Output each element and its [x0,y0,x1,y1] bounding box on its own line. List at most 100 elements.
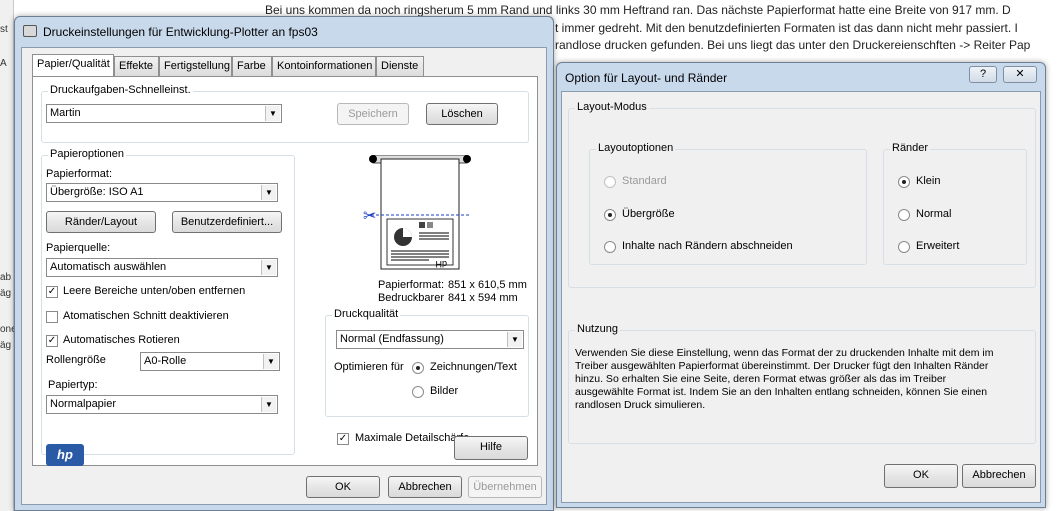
close-icon[interactable]: ✕ [1003,66,1037,83]
preview-printable-label: Bedruckbarer [377,292,444,304]
oversize-label: Übergröße [622,208,675,220]
margin-normal-radio[interactable] [898,209,910,221]
cancel-button[interactable]: Abbrechen [388,476,462,498]
custom-button[interactable]: Benutzerdefiniert... [172,211,282,233]
paper-format-value: Übergröße: ISO A1 [50,186,144,198]
auto-cut-checkbox[interactable] [46,311,58,323]
optimize-drawings-radio[interactable] [412,362,424,374]
group-label: Druckaufgaben-Schnelleinst. [48,84,193,96]
group-label: Papieroptionen [48,148,127,160]
tab-panel-paper-quality: Druckaufgaben-Schnelleinst. Martin ▼ Spe… [32,76,538,466]
tab-finishing[interactable]: Fertigstellung [159,56,232,76]
oversize-radio[interactable] [604,209,616,221]
margins-group: Ränder Klein Normal Erweitert [883,142,1027,265]
group-label: Ränder [890,142,931,154]
optimize-images-label: Bilder [430,385,459,397]
tab-paper-quality[interactable]: Papier/Qualität [32,54,114,76]
remove-blank-label: Leere Bereiche unten/oben entfernen [63,285,246,297]
hp-logo: hp [46,444,84,466]
optimize-images-radio[interactable] [412,386,424,398]
bg-fragment: ab [0,272,12,283]
chevron-down-icon: ▼ [261,260,276,275]
save-button[interactable]: Speichern [337,103,409,125]
dialog-title-bar[interactable]: Option für Layout- und Ränder ? ✕ [557,63,1045,93]
tab-services[interactable]: Dienste [376,56,424,76]
auto-rotate-label: Automatisches Rotieren [63,334,180,346]
help-icon[interactable]: ? [969,66,997,83]
chevron-down-icon: ▼ [261,185,276,200]
svg-text:dH: dH [435,259,447,269]
dialog-ok-button[interactable]: OK [884,464,958,488]
optimize-drawings-label: Zeichnungen/Text [430,361,517,373]
max-detail-checkbox[interactable]: ✓ [337,433,349,445]
margin-extended-label: Erweitert [916,240,960,252]
preview-printable-value: 841 x 594 mm [448,292,518,304]
background-left-strip: st A ab äg one äg [0,0,17,511]
margin-small-label: Klein [916,175,941,187]
group-label: Druckqualität [332,308,401,320]
roll-size-combo[interactable]: A0-Rolle ▼ [140,352,280,371]
preview-format-label: Papierformat: [377,279,444,291]
apply-button[interactable]: Übernehmen [468,476,542,498]
print-quality-combo[interactable]: Normal (Endfassung) ▼ [336,330,524,349]
bg-fragment: äg [0,340,12,351]
clip-contents-radio[interactable] [604,241,616,253]
margin-small-radio[interactable] [898,176,910,188]
quick-sets-combo[interactable]: Martin ▼ [46,104,282,123]
window-client: Papier/Qualität Effekte Fertigstellung F… [21,47,547,505]
group-label: Nutzung [575,323,620,335]
paper-source-value: Automatisch auswählen [50,261,167,273]
ok-button[interactable]: OK [306,476,380,498]
quick-sets-group: Druckaufgaben-Schnelleinst. Martin ▼ Spe… [41,84,529,143]
bg-fragment: st [0,24,8,35]
group-label: Layout-Modus [575,101,649,113]
preview-format-value: 851 x 610,5 mm [448,279,527,291]
chevron-down-icon: ▼ [261,397,276,412]
paper-type-combo[interactable]: Normalpapier ▼ [46,395,278,414]
standard-label: Standard [622,175,667,187]
layout-mode-group: Layout-Modus Layoutoptionen Standard Übe… [568,101,1036,288]
help-button[interactable]: Hilfe [454,436,528,460]
layout-options-group: Layoutoptionen Standard Übergröße Inhalt… [589,142,867,265]
margin-extended-radio[interactable] [898,241,910,253]
paper-source-combo[interactable]: Automatisch auswählen ▼ [46,258,278,277]
remove-blank-checkbox[interactable]: ✓ [46,286,58,298]
bg-text-line: randlose drucken gefunden. Bei uns liegt… [555,38,1031,52]
tab-color[interactable]: Farbe [232,56,272,76]
chevron-down-icon: ▼ [507,332,522,347]
chevron-down-icon: ▼ [263,354,278,369]
optimize-label: Optimieren für [334,361,404,373]
window-title: Druckeinstellungen für Entwicklung-Plott… [43,25,318,39]
paper-format-combo[interactable]: Übergröße: ISO A1 ▼ [46,183,278,202]
paper-type-label: Papiertyp: [48,379,98,391]
print-preferences-window: Druckeinstellungen für Entwicklung-Plott… [14,16,554,511]
auto-cut-label: Atomatischen Schnitt deaktivieren [63,310,229,322]
dialog-client: Layout-Modus Layoutoptionen Standard Übe… [561,91,1041,503]
group-label: Layoutoptionen [596,142,676,154]
dialog-title: Option für Layout- und Ränder [565,71,728,85]
delete-button[interactable]: Löschen [426,103,498,125]
quick-sets-value: Martin [50,107,81,119]
auto-rotate-checkbox[interactable]: ✓ [46,335,58,347]
margins-layout-button[interactable]: Ränder/Layout [46,211,156,233]
bg-fragment: äg [0,288,12,299]
dialog-cancel-button[interactable]: Abbrechen [962,464,1036,488]
tab-effects[interactable]: Effekte [114,56,159,76]
bg-fragment: A [0,58,7,69]
paper-source-label: Papierquelle: [46,242,111,254]
standard-radio[interactable] [604,176,616,188]
roll-size-label: Rollengröße [46,354,106,366]
bg-text-line: t immer gedreht. Mit den benutzdefiniert… [555,21,1018,35]
max-detail-label: Maximale Detailschärfe [355,432,470,444]
title-bar[interactable]: Druckeinstellungen für Entwicklung-Plott… [15,17,553,47]
svg-text:✂: ✂ [363,208,376,225]
paper-format-label: Papierformat: [46,168,113,180]
usage-description: Verwenden Sie diese Einstellung, wenn da… [575,347,994,411]
paper-options-group: Papieroptionen Papierformat: Übergröße: … [41,148,295,455]
print-quality-group: Druckqualität Normal (Endfassung) ▼ Opti… [325,308,529,417]
print-quality-value: Normal (Endfassung) [340,333,444,345]
layout-margins-dialog: Option für Layout- und Ränder ? ✕ Layout… [556,62,1046,508]
roll-size-value: A0-Rolle [144,355,187,367]
tab-account[interactable]: Kontoinformationen [272,56,376,76]
printer-icon [23,25,37,37]
